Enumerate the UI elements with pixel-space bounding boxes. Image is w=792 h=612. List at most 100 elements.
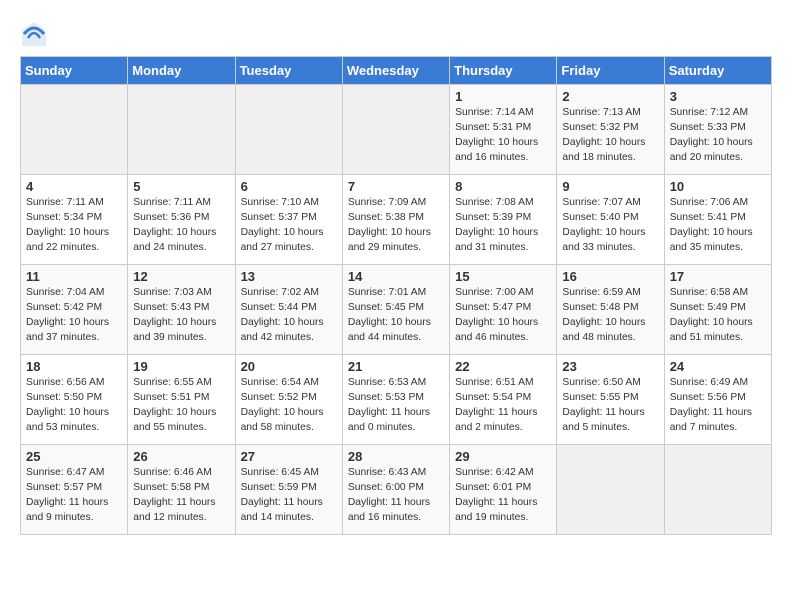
cell-content: Sunrise: 6:42 AMSunset: 6:01 PMDaylight:… — [455, 466, 551, 526]
calendar-cell — [235, 85, 342, 175]
cell-content: Sunrise: 7:04 AMSunset: 5:42 PMDaylight:… — [26, 286, 122, 346]
cell-content: Sunrise: 7:12 AMSunset: 5:33 PMDaylight:… — [670, 106, 766, 166]
day-number: 26 — [133, 449, 229, 464]
logo-icon — [20, 20, 48, 48]
week-row-4: 18 Sunrise: 6:56 AMSunset: 5:50 PMDayligh… — [21, 355, 772, 445]
day-number: 14 — [348, 269, 444, 284]
cell-content: Sunrise: 7:06 AMSunset: 5:41 PMDaylight:… — [670, 196, 766, 256]
day-number: 13 — [241, 269, 337, 284]
cell-content: Sunrise: 6:46 AMSunset: 5:58 PMDaylight:… — [133, 466, 229, 526]
calendar-cell: 19 Sunrise: 6:55 AMSunset: 5:51 PMDayligh… — [128, 355, 235, 445]
day-number: 3 — [670, 89, 766, 104]
calendar-cell: 13 Sunrise: 7:02 AMSunset: 5:44 PMDayligh… — [235, 265, 342, 355]
day-number: 27 — [241, 449, 337, 464]
calendar-cell: 27 Sunrise: 6:45 AMSunset: 5:59 PMDayligh… — [235, 445, 342, 535]
week-row-3: 11 Sunrise: 7:04 AMSunset: 5:42 PMDayligh… — [21, 265, 772, 355]
cell-content: Sunrise: 7:09 AMSunset: 5:38 PMDaylight:… — [348, 196, 444, 256]
page-header — [20, 16, 772, 48]
day-number: 11 — [26, 269, 122, 284]
day-number: 19 — [133, 359, 229, 374]
cell-content: Sunrise: 6:58 AMSunset: 5:49 PMDaylight:… — [670, 286, 766, 346]
cell-content: Sunrise: 7:02 AMSunset: 5:44 PMDaylight:… — [241, 286, 337, 346]
cell-content: Sunrise: 7:00 AMSunset: 5:47 PMDaylight:… — [455, 286, 551, 346]
calendar-cell: 3 Sunrise: 7:12 AMSunset: 5:33 PMDaylight… — [664, 85, 771, 175]
day-number: 28 — [348, 449, 444, 464]
cell-content: Sunrise: 7:10 AMSunset: 5:37 PMDaylight:… — [241, 196, 337, 256]
cell-content: Sunrise: 6:50 AMSunset: 5:55 PMDaylight:… — [562, 376, 658, 436]
cell-content: Sunrise: 6:53 AMSunset: 5:53 PMDaylight:… — [348, 376, 444, 436]
cell-content: Sunrise: 6:54 AMSunset: 5:52 PMDaylight:… — [241, 376, 337, 436]
cell-content: Sunrise: 6:43 AMSunset: 6:00 PMDaylight:… — [348, 466, 444, 526]
calendar-cell: 2 Sunrise: 7:13 AMSunset: 5:32 PMDaylight… — [557, 85, 664, 175]
calendar-cell: 10Sunrise: 7:06 AMSunset: 5:41 PMDayligh… — [664, 175, 771, 265]
cell-content: Sunrise: 7:11 AMSunset: 5:36 PMDaylight:… — [133, 196, 229, 256]
calendar-cell: 16 Sunrise: 6:59 AMSunset: 5:48 PMDayligh… — [557, 265, 664, 355]
logo — [20, 20, 52, 48]
day-number: 5 — [133, 179, 229, 194]
calendar-cell: 15 Sunrise: 7:00 AMSunset: 5:47 PMDayligh… — [450, 265, 557, 355]
day-number: 9 — [562, 179, 658, 194]
day-number: 21 — [348, 359, 444, 374]
calendar-cell: 5 Sunrise: 7:11 AMSunset: 5:36 PMDaylight… — [128, 175, 235, 265]
day-number: 12 — [133, 269, 229, 284]
day-number: 22 — [455, 359, 551, 374]
calendar-cell — [557, 445, 664, 535]
header-row: SundayMondayTuesdayWednesdayThursdayFrid… — [21, 57, 772, 85]
header-wednesday: Wednesday — [342, 57, 449, 85]
day-number: 15 — [455, 269, 551, 284]
cell-content: Sunrise: 6:59 AMSunset: 5:48 PMDaylight:… — [562, 286, 658, 346]
week-row-5: 25 Sunrise: 6:47 AMSunset: 5:57 PMDayligh… — [21, 445, 772, 535]
cell-content: Sunrise: 7:13 AMSunset: 5:32 PMDaylight:… — [562, 106, 658, 166]
calendar-cell: 24Sunrise: 6:49 AMSunset: 5:56 PMDayligh… — [664, 355, 771, 445]
calendar-cell — [128, 85, 235, 175]
calendar-cell: 14 Sunrise: 7:01 AMSunset: 5:45 PMDayligh… — [342, 265, 449, 355]
calendar-cell: 9 Sunrise: 7:07 AMSunset: 5:40 PMDaylight… — [557, 175, 664, 265]
calendar-cell: 21 Sunrise: 6:53 AMSunset: 5:53 PMDayligh… — [342, 355, 449, 445]
header-tuesday: Tuesday — [235, 57, 342, 85]
day-number: 1 — [455, 89, 551, 104]
calendar-cell: 1Sunrise: 7:14 AMSunset: 5:31 PMDaylight… — [450, 85, 557, 175]
day-number: 8 — [455, 179, 551, 194]
cell-content: Sunrise: 6:47 AMSunset: 5:57 PMDaylight:… — [26, 466, 122, 526]
calendar-cell: 25 Sunrise: 6:47 AMSunset: 5:57 PMDayligh… — [21, 445, 128, 535]
cell-content: Sunrise: 6:55 AMSunset: 5:51 PMDaylight:… — [133, 376, 229, 436]
week-row-2: 4 Sunrise: 7:11 AMSunset: 5:34 PMDaylight… — [21, 175, 772, 265]
calendar-cell — [664, 445, 771, 535]
header-sunday: Sunday — [21, 57, 128, 85]
day-number: 6 — [241, 179, 337, 194]
day-number: 18 — [26, 359, 122, 374]
calendar-cell: 29 Sunrise: 6:42 AMSunset: 6:01 PMDayligh… — [450, 445, 557, 535]
cell-content: Sunrise: 6:45 AMSunset: 5:59 PMDaylight:… — [241, 466, 337, 526]
day-number: 16 — [562, 269, 658, 284]
calendar-cell: 23 Sunrise: 6:50 AMSunset: 5:55 PMDayligh… — [557, 355, 664, 445]
calendar-cell: 7 Sunrise: 7:09 AMSunset: 5:38 PMDaylight… — [342, 175, 449, 265]
calendar-cell: 4 Sunrise: 7:11 AMSunset: 5:34 PMDaylight… — [21, 175, 128, 265]
cell-content: Sunrise: 6:51 AMSunset: 5:54 PMDaylight:… — [455, 376, 551, 436]
calendar-cell — [342, 85, 449, 175]
header-saturday: Saturday — [664, 57, 771, 85]
day-number: 24 — [670, 359, 766, 374]
calendar-cell: 28 Sunrise: 6:43 AMSunset: 6:00 PMDayligh… — [342, 445, 449, 535]
calendar-cell: 18 Sunrise: 6:56 AMSunset: 5:50 PMDayligh… — [21, 355, 128, 445]
day-number: 17 — [670, 269, 766, 284]
calendar-cell: 17 Sunrise: 6:58 AMSunset: 5:49 PMDayligh… — [664, 265, 771, 355]
day-number: 23 — [562, 359, 658, 374]
day-number: 20 — [241, 359, 337, 374]
calendar-cell: 26 Sunrise: 6:46 AMSunset: 5:58 PMDayligh… — [128, 445, 235, 535]
cell-content: Sunrise: 6:56 AMSunset: 5:50 PMDaylight:… — [26, 376, 122, 436]
calendar-cell: 6 Sunrise: 7:10 AMSunset: 5:37 PMDaylight… — [235, 175, 342, 265]
cell-content: Sunrise: 7:01 AMSunset: 5:45 PMDaylight:… — [348, 286, 444, 346]
calendar-cell: 20 Sunrise: 6:54 AMSunset: 5:52 PMDayligh… — [235, 355, 342, 445]
calendar-cell — [21, 85, 128, 175]
day-number: 25 — [26, 449, 122, 464]
day-number: 7 — [348, 179, 444, 194]
day-number: 2 — [562, 89, 658, 104]
day-number: 4 — [26, 179, 122, 194]
cell-content: Sunrise: 7:08 AMSunset: 5:39 PMDaylight:… — [455, 196, 551, 256]
calendar-cell: 11 Sunrise: 7:04 AMSunset: 5:42 PMDayligh… — [21, 265, 128, 355]
cell-content: Sunrise: 7:11 AMSunset: 5:34 PMDaylight:… — [26, 196, 122, 256]
header-thursday: Thursday — [450, 57, 557, 85]
day-number: 29 — [455, 449, 551, 464]
header-monday: Monday — [128, 57, 235, 85]
cell-content: Sunrise: 7:07 AMSunset: 5:40 PMDaylight:… — [562, 196, 658, 256]
